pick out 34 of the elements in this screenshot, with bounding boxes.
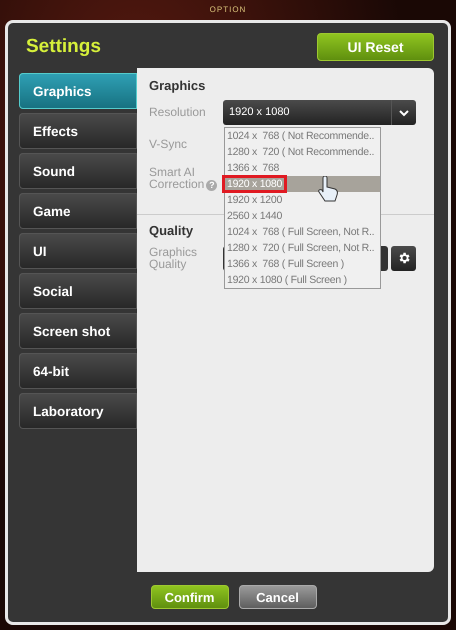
help-icon[interactable]: ?	[206, 180, 218, 190]
settings-tab[interactable]: 64-bit	[19, 353, 137, 389]
settings-tab[interactable]: UI	[19, 233, 137, 269]
settings-tab[interactable]: Social	[19, 273, 137, 309]
dropdown-option[interactable]: 2560 x 1440	[225, 208, 380, 224]
settings-tab[interactable]: Graphics	[19, 73, 137, 109]
dropdown-option[interactable]: 1366 x 768 ( Full Screen )	[225, 256, 380, 272]
dropdown-option[interactable]: 1280 x 720 ( Full Screen, Not R..	[225, 240, 380, 256]
settings-tab[interactable]: Game	[19, 193, 137, 229]
ui-reset-button[interactable]: UI Reset	[317, 33, 434, 61]
settings-tab[interactable]: Screen shot	[19, 313, 137, 349]
settings-tab[interactable]: Effects	[19, 113, 137, 149]
cancel-button[interactable]: Cancel	[238, 585, 316, 609]
section-heading: Quality	[149, 223, 194, 240]
dropdown-option[interactable]: 1024 x 768 ( Full Screen, Not R..	[225, 224, 380, 240]
setting-label: Graphics Quality	[149, 246, 198, 270]
setting-label: Smart AI Correction	[149, 165, 204, 191]
dropdown-option[interactable]: 1920 x 1080 ( Full Screen )	[225, 272, 380, 288]
settings-icon[interactable]	[391, 246, 416, 270]
resolution-dropdown[interactable]: 1920 x 1080	[223, 100, 416, 124]
section-heading: Graphics	[149, 78, 206, 95]
setting-label: V-Sync	[149, 138, 188, 150]
dropdown-option[interactable]: 1024 x 768 ( Not Recommende..	[225, 128, 380, 144]
setting-label: Resolution	[149, 106, 207, 118]
settings-title: Settings	[25, 36, 101, 58]
settings-tab[interactable]: Sound	[19, 153, 137, 189]
dropdown-option[interactable]: 1280 x 720 ( Not Recommende..	[225, 144, 380, 160]
dropdown-option[interactable]: 1920 x 1200	[225, 192, 380, 208]
settings-tab[interactable]: Laboratory	[19, 393, 137, 429]
confirm-button[interactable]: Confirm	[150, 585, 228, 609]
dropdown-option[interactable]: 1366 x 768	[225, 160, 380, 176]
window-title: OPTION	[208, 4, 248, 16]
hand-cursor-icon	[317, 176, 341, 204]
dropdown-option[interactable]: 1920 x 1080	[225, 176, 380, 192]
